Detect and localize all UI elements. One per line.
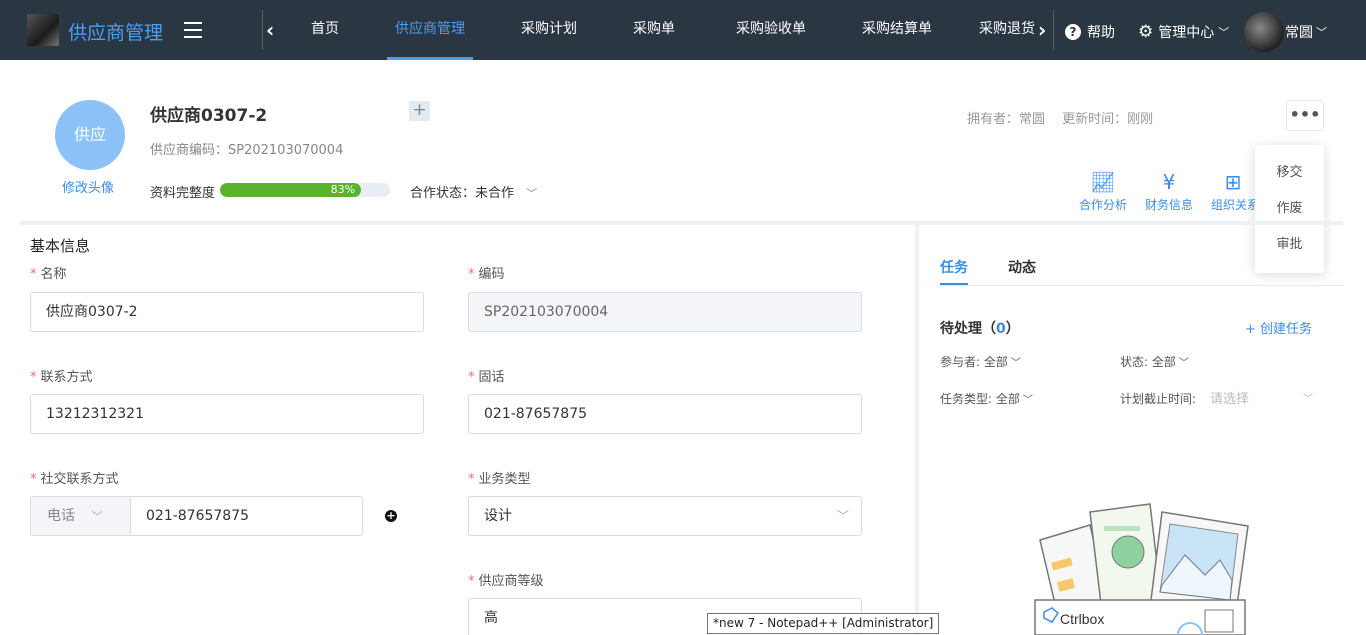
tab-settlement[interactable]: 采购结算单 xyxy=(851,0,943,60)
tab-acceptance[interactable]: 采购验收单 xyxy=(725,0,817,60)
deadline-filter-label: 计划截止时间: xyxy=(1120,392,1197,406)
tab-bar-line xyxy=(940,285,1343,286)
tab-supplier-management[interactable]: 供应商管理 xyxy=(387,0,473,60)
basic-info-title: 基本信息 xyxy=(30,237,91,255)
panel-divider xyxy=(915,225,919,635)
tab-activity[interactable]: 动态 xyxy=(1008,257,1036,277)
cooperation-status-select[interactable]: 合作状态：未合作 ﹀ xyxy=(410,182,537,201)
more-actions-dropdown: 移交 作废 审批 xyxy=(1255,145,1324,273)
top-nav-bar: 供应商管理 ‹ 首页 供应商管理 采购计划 采购单 采购验收单 采购结算单 采购… xyxy=(0,0,1366,60)
menu-item-transfer[interactable]: 移交 xyxy=(1255,155,1324,191)
pending-title: 待处理（0） xyxy=(940,321,1020,337)
chevron-down-icon: ﹀ xyxy=(526,187,538,200)
tab-purchase-order[interactable]: 采购单 xyxy=(619,0,689,60)
chevron-down-icon: ﹀ xyxy=(1316,26,1327,39)
contact-label: * 联系方式 xyxy=(30,370,93,385)
nav-divider xyxy=(1053,10,1054,50)
supplier-code: 供应商编码：SP202103070004 xyxy=(150,143,344,158)
cooperation-analysis-button[interactable]: 📈︎ 合作分析 xyxy=(1079,170,1127,213)
progress-fill: 83% xyxy=(220,183,362,197)
social-contact-label: * 社交联系方式 xyxy=(30,472,119,487)
owner-update-info: 拥有者：常圆 更新时间：刚刚 xyxy=(967,112,1154,127)
change-avatar-link[interactable]: 修改头像 xyxy=(62,177,114,196)
contact-input[interactable]: 13212312321 xyxy=(30,394,424,434)
taskbar-tooltip: *new 7 - Notepad++ [Administrator] xyxy=(707,613,940,634)
finance-info-button[interactable]: ¥ 财务信息 xyxy=(1145,170,1193,213)
user-menu[interactable]: 常圆 ﹀ xyxy=(1285,22,1327,42)
chevron-down-icon: ﹀ xyxy=(1218,26,1230,39)
nav-prev-icon[interactable]: ‹ xyxy=(266,18,274,42)
nav-tabs: 首页 供应商管理 采购计划 采购单 采购验收单 采购结算单 采购退货 xyxy=(285,0,1035,60)
chevron-down-icon: ﹀ xyxy=(1303,394,1313,405)
landline-input[interactable]: 021-87657875 xyxy=(468,394,862,434)
chevron-down-icon: ﹀ xyxy=(1010,358,1021,369)
chevron-down-icon: ﹀ xyxy=(1178,358,1189,369)
create-task-button[interactable]: + 创建任务 xyxy=(1245,318,1312,337)
tab-tasks[interactable]: 任务 xyxy=(940,257,968,277)
chevron-down-icon: ﹀ xyxy=(1022,395,1033,406)
tab-purchase-plan[interactable]: 采购计划 xyxy=(507,0,591,60)
landline-label: * 固话 xyxy=(468,370,505,385)
code-input: SP202103070004 xyxy=(468,292,862,332)
admin-center-menu[interactable]: ⚙ 管理中心 ﹀ xyxy=(1138,22,1229,42)
social-type-select[interactable]: 电话 ﹀ xyxy=(30,496,131,536)
completeness-progress: 83% xyxy=(220,183,390,197)
menu-item-approve[interactable]: 审批 xyxy=(1255,227,1324,263)
task-type-filter[interactable]: 任务类型: 全部 ﹀ xyxy=(940,390,1033,407)
chevron-down-icon: ﹀ xyxy=(836,509,849,523)
add-contact-icon[interactable]: + xyxy=(385,510,397,522)
user-avatar[interactable] xyxy=(1244,12,1284,52)
help-button[interactable]: ? 帮助 xyxy=(1065,22,1115,42)
line-chart-icon: 📈︎ xyxy=(1090,170,1116,194)
business-type-label: * 业务类型 xyxy=(468,472,531,487)
progress-text: 83% xyxy=(330,183,356,196)
nav-next-icon[interactable]: › xyxy=(1038,18,1046,42)
active-tab-indicator xyxy=(940,283,968,285)
app-title: 供应商管理 xyxy=(68,22,164,44)
nav-divider xyxy=(262,10,263,50)
supplier-avatar: 供应 xyxy=(55,100,125,170)
help-icon: ? xyxy=(1065,24,1081,40)
menu-toggle-icon[interactable] xyxy=(184,22,202,38)
social-contact-input[interactable]: 021-87657875 xyxy=(130,496,363,536)
participants-filter[interactable]: 参与者: 全部 ﹀ xyxy=(940,353,1021,370)
brand-text: Ctrlbox xyxy=(1060,611,1104,627)
gear-icon: ⚙ xyxy=(1138,22,1154,42)
chevron-down-icon: ﹀ xyxy=(91,510,103,523)
tab-home[interactable]: 首页 xyxy=(285,0,365,60)
status-filter[interactable]: 状态: 全部 ﹀ xyxy=(1120,353,1189,370)
app-logo xyxy=(27,14,59,46)
name-label: * 名称 xyxy=(30,267,67,282)
more-actions-button[interactable]: ••• xyxy=(1286,100,1324,131)
money-icon: ¥ xyxy=(1162,170,1176,194)
completeness-label: 资料完整度 xyxy=(150,186,216,201)
supplier-name: 供应商0307-2 xyxy=(150,106,268,126)
org-relation-button[interactable]: ⊞ 组织关系 xyxy=(1211,170,1255,213)
business-type-select[interactable]: 设计 ﹀ xyxy=(468,496,862,536)
empty-state-illustration: Ctrlbox xyxy=(1034,503,1249,635)
code-label: * 编码 xyxy=(468,267,505,282)
supplier-level-label: * 供应商等级 xyxy=(468,574,544,589)
add-button[interactable]: + xyxy=(409,101,430,121)
tab-returns[interactable]: 采购退货 xyxy=(979,0,1035,60)
org-chart-icon: ⊞ xyxy=(1224,170,1242,194)
name-input[interactable]: 供应商0307-2 xyxy=(30,292,424,332)
deadline-picker[interactable]: 请选择 ﹀ xyxy=(1210,388,1315,407)
section-divider xyxy=(20,221,1343,225)
